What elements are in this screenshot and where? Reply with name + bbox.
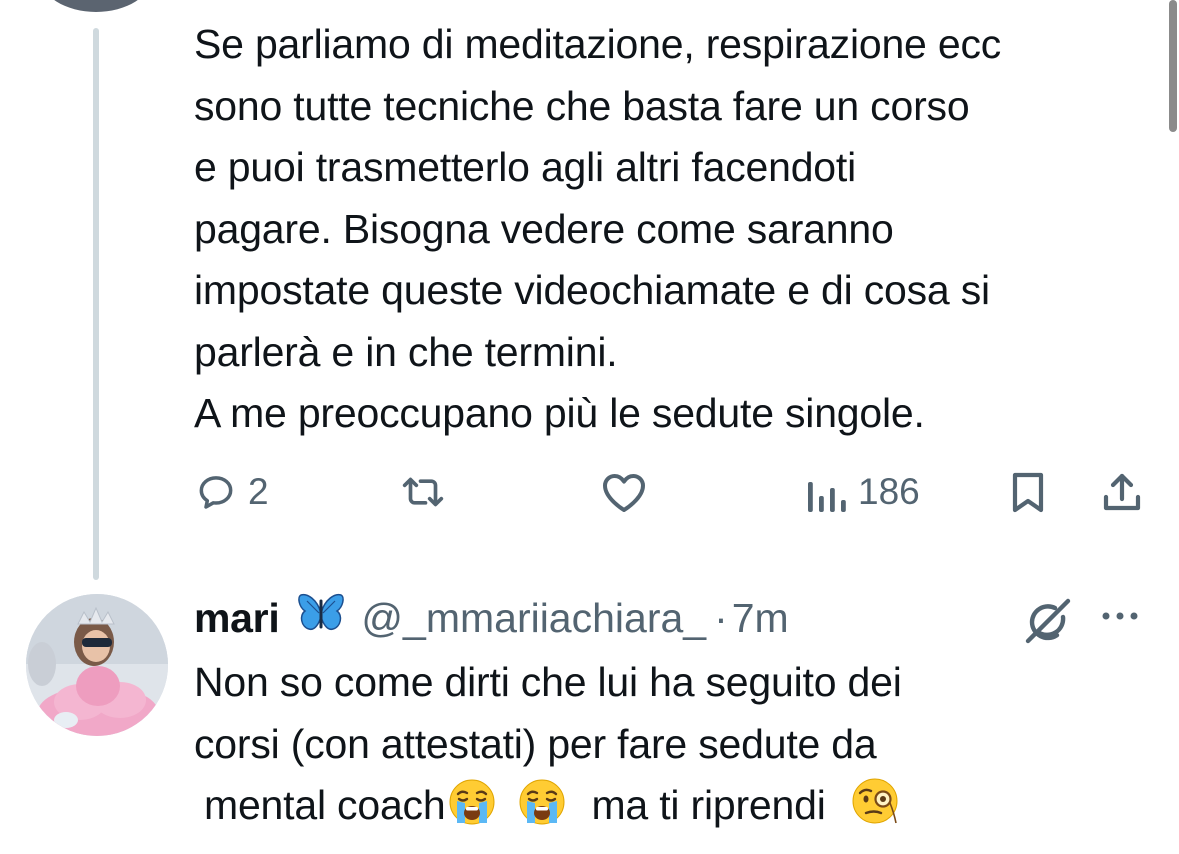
reply-avatar[interactable] [26,594,168,736]
tweet-text-line: mental coach ma ti riprendi [194,775,1154,845]
bar-chart-icon [808,482,846,512]
tweet-action-bar: 2 186 [0,462,1179,522]
bookmark-button[interactable] [1008,462,1048,522]
share-icon [1103,473,1141,511]
more-dots-icon[interactable] [1100,606,1144,631]
display-name[interactable]: mari [194,595,280,642]
parent-avatar[interactable] [40,0,152,12]
views-count: 186 [858,471,920,512]
tweet-text-line: e puoi trasmetterlo agli altri facendoti [194,144,857,190]
grok-icon[interactable] [1022,597,1074,650]
parent-tweet-text: Se parliamo di meditazione, respirazione… [194,14,1164,445]
tweet-text-line: sono tutte tecniche che basta fare un co… [194,82,970,129]
loudly-crying-face-emoji [517,777,567,845]
tweet-text-line: parlerà e in che termini. [194,328,618,375]
tweet-text-line: pagare. Bisogna vedere come saranno [194,205,894,252]
reply-header: mari @_mmariiachiara_ · 7m [194,590,789,646]
tweet-text-segment: ma ti riprendi [591,782,826,828]
share-button[interactable] [1100,462,1144,522]
tweet-text-line: impostate queste videochiamate e di cosa… [194,267,990,313]
tweet-text-line: A me preoccupano più le sedute singole. [194,390,925,436]
timestamp[interactable]: 7m [732,595,789,642]
tweet-text-line: corsi (con attestati) per fare sedute da [194,720,877,767]
like-button[interactable] [600,462,660,522]
reply-button[interactable]: 2 [196,462,269,522]
user-handle[interactable]: @_mmariiachiara_ [361,595,706,642]
reply-tweet-text: Non so come dirti che lui ha seguito dei… [194,652,1154,845]
avatar-photo [26,594,168,736]
views-button[interactable]: 186 [806,462,920,522]
separator-dot: · [714,594,728,641]
tweet-text-line: Non so come dirti che lui ha seguito dei [194,659,902,705]
scrollbar[interactable] [1169,0,1177,132]
loudly-crying-face-emoji [447,777,497,845]
butterfly-emoji [297,591,345,645]
heart-icon [603,474,645,512]
speech-bubble-icon [199,476,233,509]
retweet-button[interactable] [398,462,460,522]
tweet-text-line: Se parliamo di meditazione, respirazione… [194,21,1002,67]
reply-count: 2 [248,471,269,512]
face-with-monocle-emoji [850,775,902,845]
tweet-text-segment: mental coach [204,782,446,828]
bookmark-icon [1012,472,1044,513]
retweet-icon [402,477,444,507]
